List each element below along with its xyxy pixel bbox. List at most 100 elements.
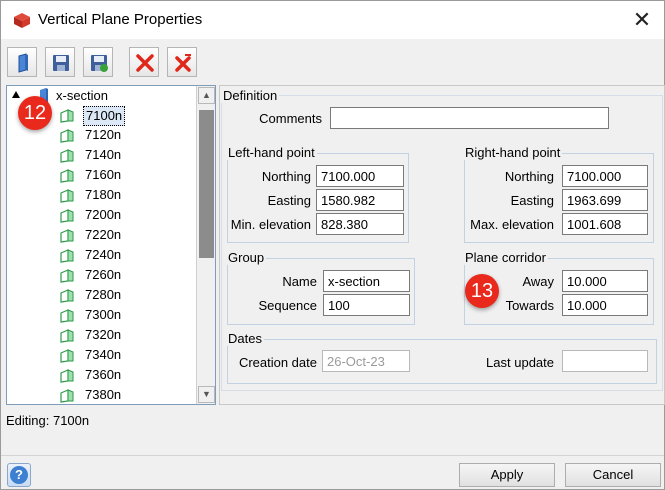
plane-leaf-icon	[59, 189, 75, 203]
tree-item[interactable]: 7240n	[7, 246, 192, 266]
save-as-button[interactable]	[83, 47, 113, 77]
left-easting-input[interactable]	[316, 189, 404, 211]
tree-item-label: 7180n	[85, 187, 122, 202]
tree-item-label: 7220n	[85, 227, 122, 242]
plane-leaf-icon	[59, 389, 75, 403]
cancel-button[interactable]: Cancel	[565, 463, 661, 487]
app-icon	[12, 11, 32, 29]
right-easting-label: Easting	[510, 193, 554, 208]
new-icon	[18, 53, 28, 73]
comments-label: Comments	[259, 111, 322, 126]
delete-button[interactable]	[129, 47, 159, 77]
delete-all-button[interactable]	[167, 47, 197, 77]
close-button[interactable]: ✕	[629, 7, 655, 33]
tree-item-label: 7380n	[85, 387, 122, 402]
tree-root-label: x-section	[56, 88, 109, 103]
plane-leaf-icon	[59, 329, 75, 343]
save-icon	[53, 55, 69, 71]
right-easting-input[interactable]	[562, 189, 648, 211]
tree-item[interactable]: 7220n	[7, 226, 192, 246]
title-bar: Vertical Plane Properties ✕	[1, 1, 664, 39]
group-name-input[interactable]	[323, 270, 410, 292]
tree-item[interactable]: 7180n	[7, 186, 192, 206]
scroll-down-button[interactable]: ▼	[198, 386, 215, 403]
plane-tree[interactable]: x-section 7100n 7120n 7140n 7160n 7180n 7200n…	[6, 85, 216, 405]
min-elevation-label: Min. elevation	[230, 217, 311, 232]
tree-item-label: 7340n	[85, 347, 122, 362]
scroll-up-button[interactable]: ▲	[198, 87, 215, 104]
dialog-window: Vertical Plane Properties ✕ x-section 71…	[0, 0, 665, 490]
right-northing-label: Northing	[504, 169, 554, 184]
window-title: Vertical Plane Properties	[38, 11, 203, 28]
tree-item-label: 7100n	[83, 106, 126, 126]
tree-item[interactable]: 7320n	[7, 326, 192, 346]
save-as-icon	[91, 55, 108, 72]
right-northing-input[interactable]	[562, 165, 648, 187]
tree-item-label: 7300n	[85, 307, 122, 322]
scroll-thumb[interactable]	[199, 110, 214, 258]
creation-date-input	[322, 350, 410, 372]
max-elevation-input[interactable]	[562, 213, 648, 235]
plane-leaf-icon	[59, 149, 75, 163]
tree-item[interactable]: 7280n	[7, 286, 192, 306]
towards-input[interactable]	[562, 294, 648, 316]
properties-panel: Definition Comments Left-hand point Nort…	[219, 85, 665, 405]
tree-item[interactable]: 7200n	[7, 206, 192, 226]
corridor-title: Plane corridor	[463, 250, 548, 265]
away-input[interactable]	[562, 270, 648, 292]
delete-icon	[136, 54, 154, 72]
min-elevation-input[interactable]	[316, 213, 404, 235]
toolbar	[4, 44, 661, 82]
plane-leaf-icon	[59, 209, 75, 223]
plane-leaf-icon	[59, 289, 75, 303]
creation-date-label: Creation date	[238, 355, 317, 370]
tree-item[interactable]: 7140n	[7, 146, 192, 166]
new-plane-button[interactable]	[7, 47, 37, 77]
status-text: Editing: 7100n	[6, 413, 90, 428]
left-northing-label: Northing	[261, 169, 311, 184]
comments-input[interactable]	[330, 107, 609, 129]
plane-leaf-icon	[59, 249, 75, 263]
delete-all-icon	[175, 54, 191, 72]
group-sequence-label: Sequence	[258, 298, 317, 313]
tree-item-label: 7200n	[85, 207, 122, 222]
last-update-label: Last update	[486, 355, 554, 370]
help-icon: ?	[10, 466, 28, 484]
group-title: Group	[226, 250, 267, 265]
footer-divider	[1, 455, 664, 456]
plane-leaf-icon	[59, 269, 75, 283]
tree-item-label: 7240n	[85, 247, 122, 262]
tree-item-label: 7280n	[85, 287, 122, 302]
annotation-badge-12: 12	[18, 96, 52, 130]
tree-item-label: 7260n	[85, 267, 122, 282]
tree-item-label: 7140n	[85, 147, 122, 162]
tree-item-label: 7120n	[85, 127, 122, 142]
plane-leaf-icon	[59, 109, 75, 123]
right-point-title: Right-hand point	[463, 145, 563, 160]
tree-item[interactable]: 7360n	[7, 366, 192, 386]
definition-title: Definition	[221, 88, 280, 103]
left-easting-label: Easting	[267, 193, 311, 208]
dates-title: Dates	[226, 331, 264, 346]
plane-leaf-icon	[59, 169, 75, 183]
left-point-title: Left-hand point	[226, 145, 317, 160]
left-northing-input[interactable]	[316, 165, 404, 187]
tree-item[interactable]: 7300n	[7, 306, 192, 326]
tree-item[interactable]: 7340n	[7, 346, 192, 366]
save-button[interactable]	[45, 47, 75, 77]
annotation-badge-13: 13	[465, 274, 499, 308]
plane-leaf-icon	[59, 309, 75, 323]
max-elevation-label: Max. elevation	[470, 217, 554, 232]
tree-item[interactable]: 7380n	[7, 386, 192, 404]
apply-button[interactable]: Apply	[459, 463, 555, 487]
tree-item-label: 7320n	[85, 327, 122, 342]
group-name-label: Name	[282, 274, 317, 289]
plane-leaf-icon	[59, 229, 75, 243]
help-button[interactable]: ?	[7, 463, 31, 487]
tree-item[interactable]: 7260n	[7, 266, 192, 286]
collapse-triangle-icon[interactable]	[12, 91, 20, 98]
group-sequence-input[interactable]	[323, 294, 410, 316]
tree-scrollbar[interactable]: ▲ ▼	[196, 86, 215, 404]
tree-item[interactable]: 7160n	[7, 166, 192, 186]
tree-item-label: 7160n	[85, 167, 122, 182]
